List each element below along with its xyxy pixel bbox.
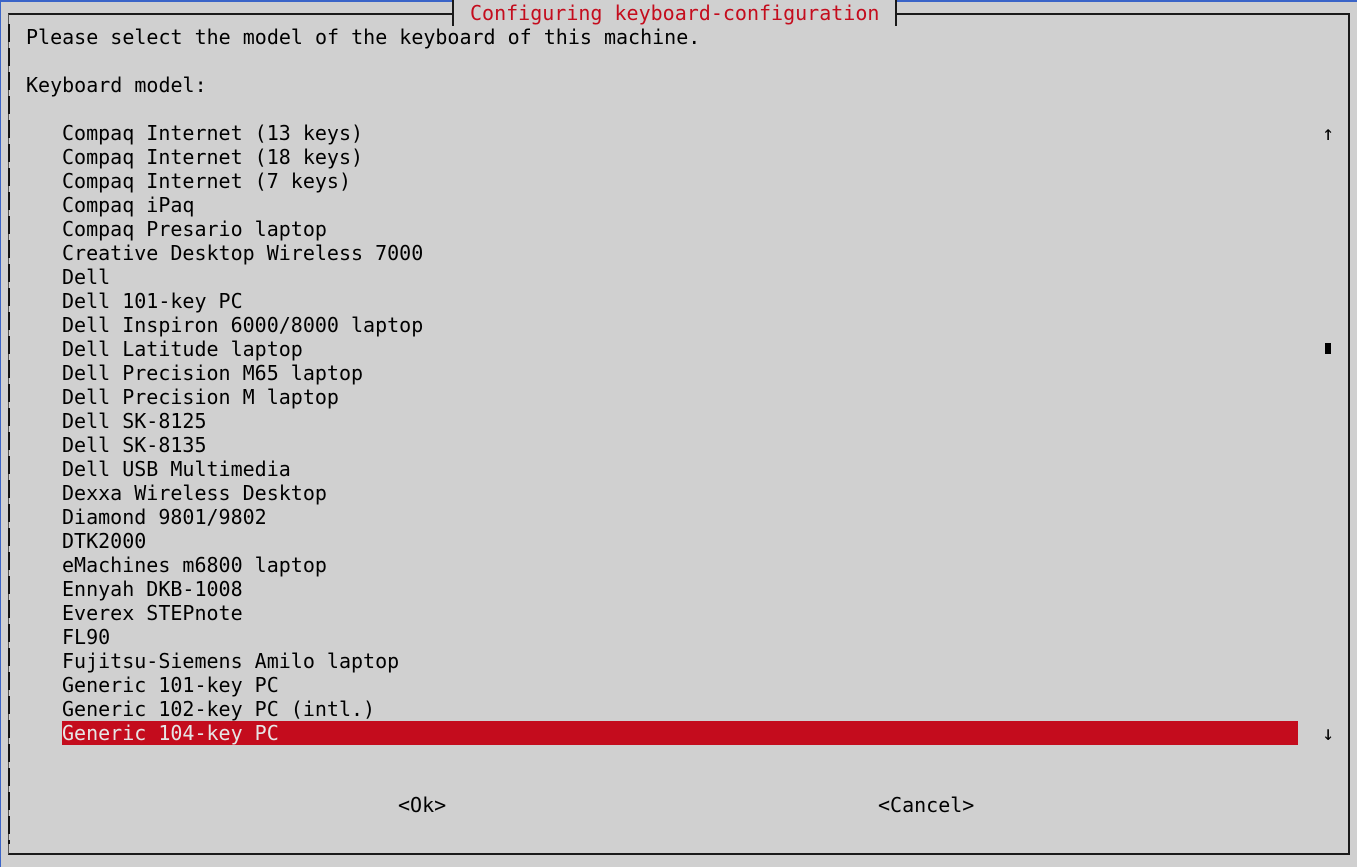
list-item[interactable]: Dexxa Wireless Desktop [62, 481, 1298, 505]
list-item[interactable]: Dell SK-8135 [62, 433, 1298, 457]
list-item[interactable]: Compaq iPaq [62, 193, 1298, 217]
list-item[interactable]: Dell 101-key PC [62, 289, 1298, 313]
list-item[interactable]: Creative Desktop Wireless 7000 [62, 241, 1298, 265]
list-item[interactable]: Dell Inspiron 6000/8000 laptop [62, 313, 1298, 337]
list-item[interactable]: Dell [62, 265, 1298, 289]
keyboard-model-list[interactable]: Compaq Internet (13 keys) Compaq Internet… [62, 121, 1298, 745]
list-item[interactable]: Generic 102-key PC (intl.) [62, 697, 1298, 721]
list-item[interactable]: Compaq Internet (7 keys) [62, 169, 1298, 193]
dialog-title: Configuring keyboard-configuration [452, 0, 898, 26]
list-item[interactable]: Everex STEPnote [62, 601, 1298, 625]
list-item[interactable]: Dell SK-8125 [62, 409, 1298, 433]
scroll-up-arrow-icon[interactable]: ↑ [1318, 121, 1338, 145]
list-item[interactable]: Fujitsu-Siemens Amilo laptop [62, 649, 1298, 673]
list-item[interactable]: Compaq Internet (18 keys) [62, 145, 1298, 169]
list-item[interactable]: Compaq Internet (13 keys) [62, 121, 1298, 145]
list-item[interactable]: Generic 104-key PC [62, 721, 1298, 745]
list-item[interactable]: Ennyah DKB-1008 [62, 577, 1298, 601]
scrollbar-thumb[interactable] [1325, 343, 1331, 354]
list-item[interactable]: DTK2000 [62, 529, 1298, 553]
list-item[interactable]: Dell Precision M65 laptop [62, 361, 1298, 385]
list-item[interactable]: Diamond 9801/9802 [62, 505, 1298, 529]
list-item[interactable]: Generic 101-key PC [62, 673, 1298, 697]
list-item[interactable]: eMachines m6800 laptop [62, 553, 1298, 577]
ok-button[interactable]: <Ok> [398, 793, 446, 817]
scroll-down-arrow-icon[interactable]: ↓ [1318, 721, 1338, 745]
cancel-button[interactable]: <Cancel> [878, 793, 974, 817]
list-item[interactable]: FL90 [62, 625, 1298, 649]
list-item[interactable]: Dell Latitude laptop [62, 337, 1298, 361]
list-item[interactable]: Compaq Presario laptop [62, 217, 1298, 241]
dialog-prompt: Please select the model of the keyboard … [26, 25, 701, 49]
list-item[interactable]: Dell USB Multimedia [62, 457, 1298, 481]
dialog-frame-left-border [8, 24, 10, 844]
keyboard-model-label: Keyboard model: [26, 73, 207, 97]
list-item[interactable]: Dell Precision M laptop [62, 385, 1298, 409]
